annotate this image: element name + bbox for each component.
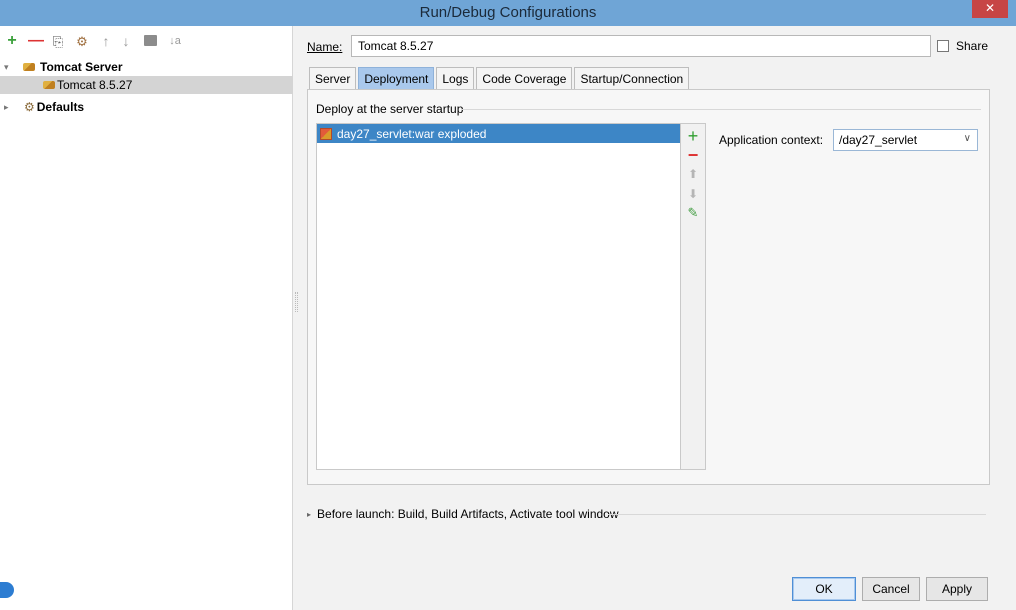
- name-label-text: Name:: [307, 40, 343, 54]
- edit-pencil-icon[interactable]: ✎: [681, 206, 705, 219]
- deployment-list[interactable]: day27_servlet:war exploded: [316, 123, 681, 470]
- name-label: Name:: [307, 40, 342, 54]
- chevron-down-icon[interactable]: ∨: [964, 133, 971, 144]
- move-up-icon[interactable]: ⬆: [681, 168, 705, 180]
- tab-bar: Server Deployment Logs Code Coverage Sta…: [309, 67, 691, 89]
- cancel-button[interactable]: Cancel: [862, 577, 920, 601]
- add-artifact-icon[interactable]: +: [681, 127, 705, 145]
- tree-item-label: Tomcat 8.5.27: [57, 78, 133, 92]
- deploy-group-title: Deploy at the server startup: [316, 102, 464, 116]
- move-down-icon[interactable]: ⬇: [681, 188, 705, 200]
- tomcat-icon: [42, 79, 56, 91]
- tab-logs[interactable]: Logs: [436, 67, 475, 89]
- deployment-list-toolbar: + − ⬆ ⬇ ✎: [681, 123, 706, 470]
- tomcat-icon: [22, 61, 36, 73]
- deployment-panel: Deploy at the server startup day27_servl…: [307, 89, 990, 485]
- move-up-icon[interactable]: ↑: [98, 32, 114, 50]
- add-configuration-icon[interactable]: +: [4, 32, 20, 50]
- list-item[interactable]: day27_servlet:war exploded: [317, 124, 680, 143]
- tree-item-tomcat-8527[interactable]: Tomcat 8.5.27: [0, 76, 293, 94]
- title-bar: Run/Debug Configurations ✕: [0, 0, 1016, 26]
- name-field[interactable]: Tomcat 8.5.27: [351, 35, 931, 57]
- tree-item-tomcat-server[interactable]: ▾ Tomcat Server: [0, 58, 293, 76]
- move-down-icon[interactable]: ↓: [118, 32, 134, 50]
- list-item-label: day27_servlet:war exploded: [337, 126, 487, 141]
- tab-code-coverage[interactable]: Code Coverage: [476, 67, 573, 89]
- copy-configuration-icon[interactable]: ⎘: [50, 32, 66, 50]
- close-button[interactable]: ✕: [972, 0, 1008, 18]
- tree-item-label: Tomcat Server: [40, 60, 123, 74]
- tab-deployment[interactable]: Deployment: [358, 67, 435, 89]
- expand-arrow-icon[interactable]: ▸: [307, 510, 311, 519]
- before-launch-label: Before launch: Build, Build Artifacts, A…: [317, 507, 619, 521]
- tab-server[interactable]: Server: [309, 67, 357, 89]
- share-label: Share: [956, 39, 989, 53]
- tree-item-label: Defaults: [36, 100, 85, 114]
- remove-configuration-icon[interactable]: —: [28, 32, 44, 50]
- sidebar-toolbar: + — ⎘ ⚙ ↑ ↓ ↓a: [0, 32, 293, 54]
- before-launch-divider: [608, 514, 986, 515]
- checkbox-icon[interactable]: [937, 40, 949, 52]
- apply-button[interactable]: Apply: [926, 577, 988, 601]
- sort-icon[interactable]: ↓a: [167, 32, 183, 50]
- edit-defaults-icon[interactable]: ⚙: [74, 32, 90, 50]
- application-context-value: /day27_servlet: [839, 133, 918, 147]
- artifact-icon: [320, 127, 332, 140]
- tree-item-defaults[interactable]: ▸ ⚙ Defaults: [0, 98, 293, 116]
- remove-artifact-icon[interactable]: −: [681, 146, 705, 164]
- configuration-sidebar: + — ⎘ ⚙ ↑ ↓ ↓a ▾ Tomcat Server Tomcat 8.…: [0, 26, 293, 610]
- before-launch-section[interactable]: ▸ Before launch: Build, Build Artifacts,…: [307, 507, 619, 521]
- splitter-handle[interactable]: [295, 292, 298, 312]
- wrench-icon: ⚙: [24, 100, 35, 114]
- collapse-arrow-icon[interactable]: ▸: [4, 102, 9, 113]
- folder-icon[interactable]: [144, 35, 157, 46]
- tab-startup-connection[interactable]: Startup/Connection: [574, 67, 690, 89]
- window-title: Run/Debug Configurations: [419, 4, 597, 21]
- application-context-label: Application context:: [719, 133, 824, 147]
- share-checkbox[interactable]: Share: [937, 39, 988, 53]
- group-divider: [461, 109, 981, 110]
- expand-arrow-icon[interactable]: ▾: [4, 62, 9, 73]
- ok-button[interactable]: OK: [792, 577, 856, 601]
- application-context-dropdown[interactable]: /day27_servlet ∨: [833, 129, 978, 151]
